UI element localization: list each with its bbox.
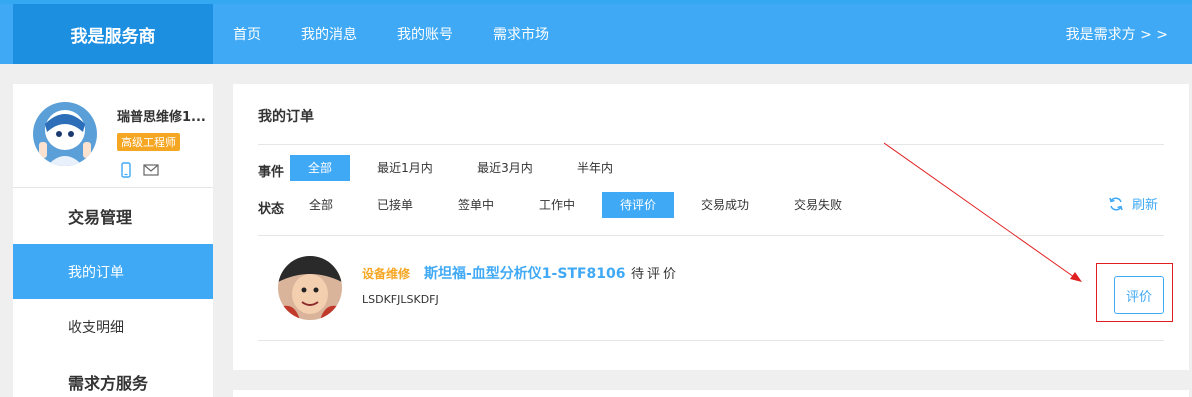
- status-filter-signing[interactable]: 签单中: [451, 192, 501, 218]
- status-filter-label: 状态: [258, 202, 285, 217]
- order-code: LSDKFJLSKDFJ: [362, 293, 439, 306]
- nav-messages[interactable]: 我的消息: [301, 24, 357, 44]
- brand-title[interactable]: 我是服务商: [13, 4, 213, 64]
- refresh-icon: [1109, 196, 1123, 211]
- mail-icon[interactable]: [143, 164, 159, 180]
- refresh-button[interactable]: 刷新: [1108, 194, 1158, 213]
- switch-role-link[interactable]: 我是需求方 > >: [1066, 4, 1168, 64]
- avatar[interactable]: [33, 102, 97, 166]
- level-badge: 高级工程师: [117, 133, 180, 151]
- order-title-link[interactable]: 斯坦福-血型分析仪1-STF8106: [424, 263, 626, 283]
- time-filter-1-month[interactable]: 最近1月内: [365, 155, 445, 181]
- top-navigation-bar: 我是服务商 首页 我的消息 我的账号 需求市场 我是需求方 > >: [0, 4, 1192, 64]
- status-filter-accepted[interactable]: 已接单: [370, 192, 420, 218]
- nav-account[interactable]: 我的账号: [397, 24, 453, 44]
- status-filter-all[interactable]: 全部: [297, 192, 345, 218]
- nav-market[interactable]: 需求市场: [493, 24, 549, 44]
- sidebar-item-my-orders[interactable]: 我的订单: [13, 244, 213, 299]
- time-filter-label: 事件: [258, 165, 285, 180]
- review-button[interactable]: 评价: [1114, 276, 1164, 314]
- status-filter-success[interactable]: 交易成功: [694, 192, 756, 218]
- sidebar-section-client-service: 需求方服务: [68, 374, 149, 393]
- time-filter-half-year[interactable]: 半年内: [565, 155, 625, 181]
- orders-panel: 我的订单 事件 全部 最近1月内 最近3月内 半年内 状态 全部 已接单 签单中…: [233, 84, 1189, 370]
- status-filter-pending-review[interactable]: 待评价: [602, 192, 674, 218]
- divider: [258, 144, 1164, 145]
- page-title: 我的订单: [258, 109, 314, 125]
- order-category-tag: 设备维修: [362, 267, 411, 281]
- nav-home[interactable]: 首页: [233, 24, 261, 44]
- order-client-avatar: [278, 256, 342, 320]
- sidebar-item-finance[interactable]: 收支明细: [13, 299, 213, 354]
- username: 瑞普思维修1...: [117, 110, 206, 125]
- refresh-label: 刷新: [1132, 198, 1159, 213]
- phone-icon[interactable]: [121, 162, 131, 182]
- divider: [258, 235, 1164, 236]
- time-filter-all[interactable]: 全部: [290, 155, 350, 181]
- sidebar: 瑞普思维修1... 高级工程师 交易管理 我的订单 收支明细 需求方服务: [13, 84, 213, 397]
- order-status: 待评价: [631, 267, 680, 282]
- profile-card: 瑞普思维修1... 高级工程师: [13, 84, 213, 188]
- status-filter-working[interactable]: 工作中: [532, 192, 582, 218]
- main-nav: 首页 我的消息 我的账号 需求市场: [213, 4, 569, 64]
- time-filter-3-months[interactable]: 最近3月内: [465, 155, 545, 181]
- status-filter-failed[interactable]: 交易失败: [787, 192, 849, 218]
- divider: [258, 340, 1164, 341]
- sidebar-section-trade: 交易管理: [68, 208, 133, 227]
- next-panel: [233, 390, 1189, 397]
